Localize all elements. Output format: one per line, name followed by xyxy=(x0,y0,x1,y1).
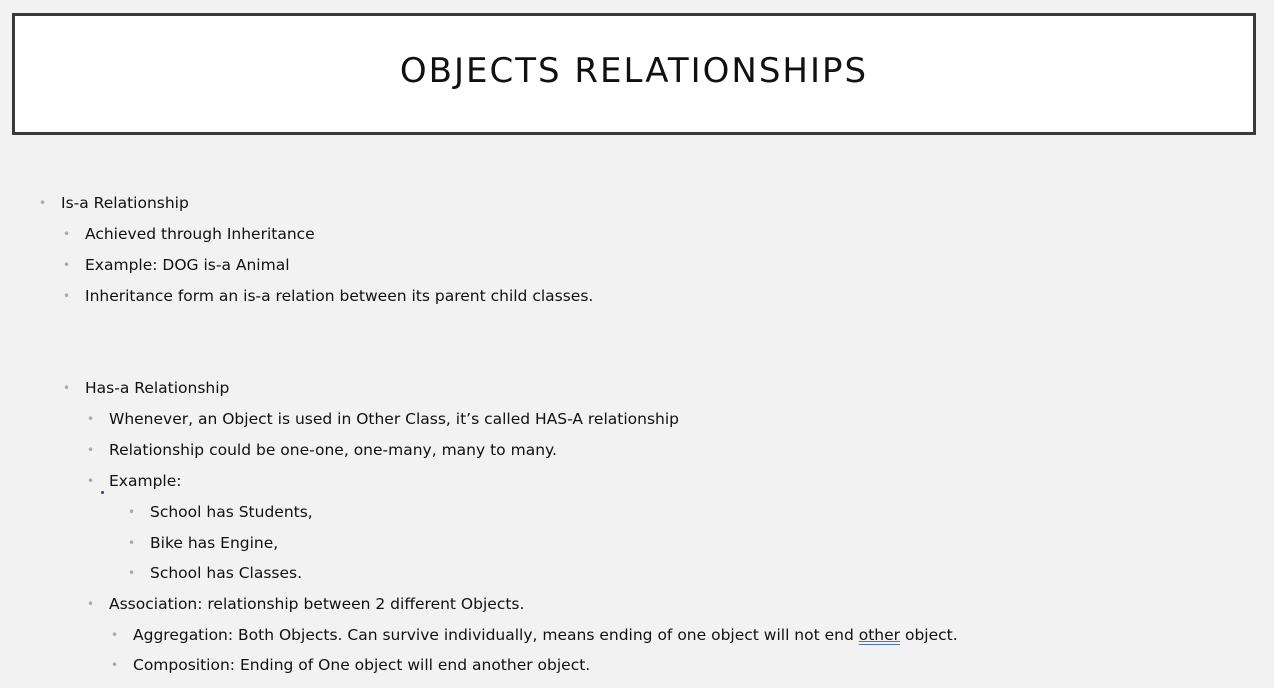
bullet-text: Is-a Relationship xyxy=(61,194,189,212)
bullet-dot-icon: • xyxy=(128,536,136,550)
bullet-text: Has-a Relationship xyxy=(85,379,230,397)
bullet-dot-icon: • xyxy=(128,566,136,580)
bullet-dot-icon: • xyxy=(87,597,95,611)
bullet-dot-icon: • xyxy=(87,412,95,426)
cursor-mark xyxy=(101,491,104,494)
bullet-inheritance-form: • Inheritance form an is-a relation betw… xyxy=(63,286,594,306)
bullet-composition: • Composition: Ending of One object will… xyxy=(111,655,591,675)
bullet-school-students: • School has Students, xyxy=(128,502,313,522)
bullet-school-classes: • School has Classes. xyxy=(128,563,303,583)
bullet-text: School has Students, xyxy=(150,503,313,521)
bullet-is-a-relationship: • Is-a Relationship xyxy=(39,193,189,213)
bullet-whenever: • Whenever, an Object is used in Other C… xyxy=(87,409,680,429)
bullet-example: • Example: xyxy=(87,471,182,491)
bullet-dot-icon: • xyxy=(128,505,136,519)
bullet-dot-icon: • xyxy=(111,628,119,642)
bullet-dot-icon: • xyxy=(63,381,71,395)
bullet-has-a-relationship: • Has-a Relationship xyxy=(63,378,230,398)
bullet-text: Inheritance form an is-a relation betwee… xyxy=(85,287,594,305)
bullet-dot-icon: • xyxy=(87,474,95,488)
bullet-dot-icon: • xyxy=(63,227,71,241)
bullet-relationship-could: • Relationship could be one-one, one-man… xyxy=(87,440,557,460)
bullet-text: Example: xyxy=(109,472,182,490)
bullet-association: • Association: relationship between 2 di… xyxy=(87,594,525,614)
bullet-text-suffix: object. xyxy=(900,626,958,644)
bullet-text: Bike has Engine, xyxy=(150,534,279,552)
bullet-text: Relationship could be one-one, one-many,… xyxy=(109,441,557,459)
bullet-text: Association: relationship between 2 diff… xyxy=(109,595,525,613)
bullet-dot-icon: • xyxy=(87,443,95,457)
slide: OBJECTS RELATIONSHIPS • Is-a Relationshi… xyxy=(0,0,1274,688)
bullet-text: Achieved through Inheritance xyxy=(85,225,315,243)
bullet-text: Composition: Ending of One object will e… xyxy=(133,656,591,674)
bullet-dot-icon: • xyxy=(63,258,71,272)
bullet-text: School has Classes. xyxy=(150,564,303,582)
bullet-example-dog: • Example: DOG is-a Animal xyxy=(63,255,290,275)
bullet-bike-engine: • Bike has Engine, xyxy=(128,533,279,553)
bullet-achieved-inheritance: • Achieved through Inheritance xyxy=(63,224,315,244)
bullet-text: Example: DOG is-a Animal xyxy=(85,256,290,274)
bullet-dot-icon: • xyxy=(63,289,71,303)
bullet-dot-icon: • xyxy=(111,658,119,672)
bullet-dot-icon: • xyxy=(39,196,47,210)
spellcheck-underlined-word[interactable]: other xyxy=(859,626,900,644)
bullet-text: Aggregation: Both Objects. Can survive i… xyxy=(133,626,859,644)
bullet-list: • Is-a Relationship • Achieved through I… xyxy=(0,0,1274,688)
bullet-text: Whenever, an Object is used in Other Cla… xyxy=(109,410,680,428)
bullet-aggregation: • Aggregation: Both Objects. Can survive… xyxy=(111,625,958,645)
